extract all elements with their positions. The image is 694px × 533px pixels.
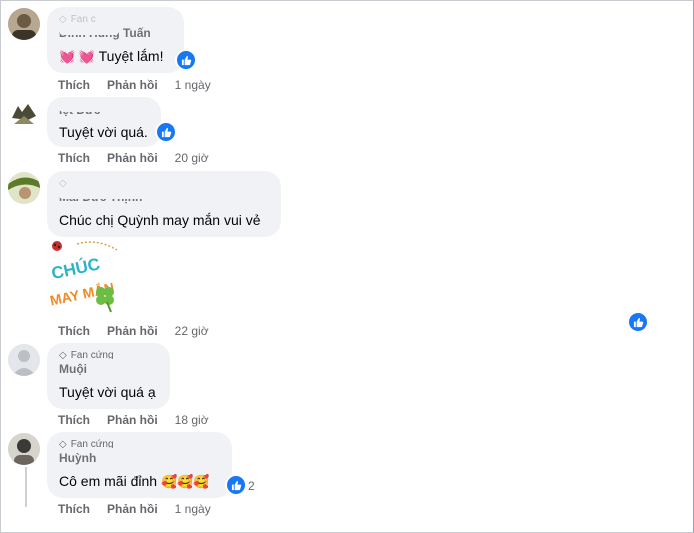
- avatar[interactable]: [8, 98, 40, 130]
- comment-actions: Thích Phản hồi 20 giờ: [58, 150, 209, 166]
- comment-actions: Thích Phản hồi 18 giờ: [58, 412, 209, 428]
- like-reaction[interactable]: [225, 474, 247, 496]
- sticker-line-1: CHÚC: [50, 254, 102, 283]
- reply-button[interactable]: Phản hồi: [107, 77, 158, 93]
- like-icon: [231, 480, 241, 490]
- redaction: [99, 359, 144, 371]
- like-button[interactable]: Thích: [58, 323, 90, 339]
- like-icon: [161, 127, 171, 137]
- timestamp[interactable]: 18 giờ: [175, 412, 209, 428]
- like-button[interactable]: Thích: [58, 501, 90, 517]
- like-button[interactable]: Thích: [58, 412, 90, 428]
- like-reaction[interactable]: [155, 121, 177, 143]
- avatar[interactable]: [8, 172, 40, 204]
- like-reaction[interactable]: [175, 49, 197, 71]
- redaction: [59, 23, 119, 35]
- comment-actions: Thích Phản hồi 22 giờ: [58, 323, 209, 339]
- comment-actions: Thích Phản hồi 1 ngày: [58, 501, 211, 517]
- like-button[interactable]: Thích: [58, 77, 90, 93]
- comment-author[interactable]: Huỳnh: [59, 448, 220, 466]
- redaction: [59, 100, 114, 112]
- like-reaction[interactable]: [627, 311, 649, 333]
- timestamp[interactable]: 22 giờ: [175, 323, 209, 339]
- comment-author[interactable]: Muội: [59, 359, 158, 377]
- sticker-image[interactable]: CHÚC MAY MẮN: [47, 238, 127, 318]
- reply-button[interactable]: Phản hồi: [107, 323, 158, 339]
- diamond-icon: ◇: [59, 350, 67, 361]
- reaction-count[interactable]: 2: [248, 479, 255, 493]
- diamond-icon: ◇: [59, 439, 67, 450]
- timestamp[interactable]: 1 ngày: [175, 501, 211, 517]
- comment-author[interactable]: Đinh Hùng Tuấn: [59, 23, 172, 41]
- avatar[interactable]: [8, 8, 40, 40]
- timestamp[interactable]: 20 giờ: [175, 150, 209, 166]
- thread-line: [25, 467, 27, 507]
- comment-text: Tuyệt vời quá ạ: [59, 384, 156, 400]
- comment-bubble: ◇ Fan cứng Huỳnh Cô em mãi đỉnh 🥰🥰🥰: [47, 432, 232, 498]
- reply-button[interactable]: Phản hồi: [107, 501, 158, 517]
- avatar[interactable]: [8, 433, 40, 465]
- comment-bubble: ◇ Mai Đức Thịnh Chúc chị Quỳnh may mắn v…: [47, 171, 281, 237]
- reply-button[interactable]: Phản hồi: [107, 150, 158, 166]
- avatar[interactable]: [8, 344, 40, 376]
- comment-bubble: ◇ Fan cứng Muội Tuyệt vời quá ạ: [47, 343, 170, 409]
- reply-button[interactable]: Phản hồi: [107, 412, 158, 428]
- timestamp[interactable]: 1 ngày: [175, 77, 211, 93]
- redaction: [59, 187, 149, 199]
- like-button[interactable]: Thích: [58, 150, 90, 166]
- comment-bubble: Iệt Đức Tuyệt vời quá.: [47, 97, 161, 147]
- comment-actions: Thích Phản hồi 1 ngày: [58, 77, 211, 93]
- comment-author[interactable]: Mai Đức Thịnh: [59, 187, 269, 205]
- comment-text: Chúc chị Quỳnh may mắn vui vẻ: [59, 212, 261, 228]
- comment-bubble: ◇ Fan c Đinh Hùng Tuấn 💓 💓 Tuyệt lắm!: [47, 7, 184, 73]
- like-icon: [181, 55, 191, 65]
- comment-text: 💓 💓 Tuyệt lắm!: [59, 48, 164, 64]
- comment-author[interactable]: Iệt Đức: [59, 100, 149, 118]
- like-icon: [633, 317, 643, 327]
- comment-text: Cô em mãi đỉnh 🥰🥰🥰: [59, 473, 210, 489]
- redaction: [99, 448, 171, 460]
- comment-text: Tuyệt vời quá.: [59, 124, 148, 140]
